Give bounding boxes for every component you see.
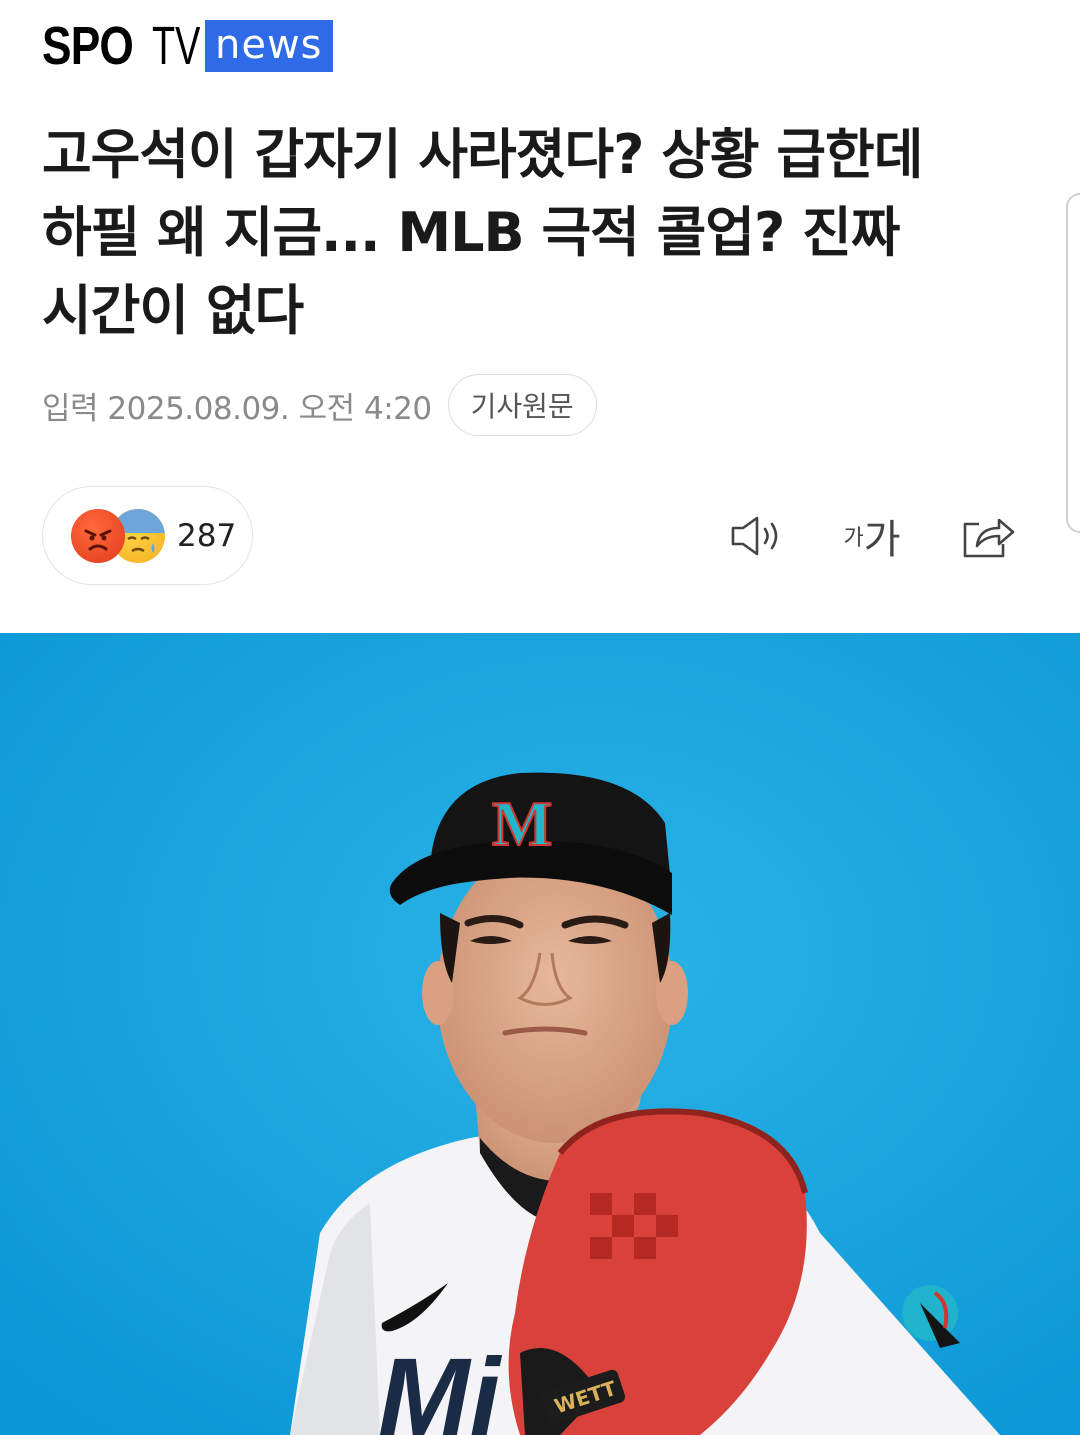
font-size-small-label: 가 [843, 526, 864, 551]
article-meta: 입력 2025.08.09. 오전 4:20 기사원문 [42, 374, 597, 436]
angry-emoji-icon [71, 508, 125, 563]
publish-date: 입력 2025.08.09. 오전 4:20 [42, 390, 432, 427]
jersey-lettering: Mi [378, 1336, 503, 1435]
font-size-button[interactable]: 가가 [836, 508, 908, 564]
article-title: 고우석이 갑자기 사라졌다? 상황 급한데 하필 왜 지금... MLB 극적 … [42, 123, 923, 342]
share-icon [963, 518, 1015, 558]
logo-tv: TV [152, 16, 201, 76]
reaction-button[interactable]: 287 [42, 486, 253, 585]
logo-spo: SPO [42, 16, 134, 76]
reaction-count: 287 [177, 517, 237, 554]
original-article-button[interactable]: 기사원문 [447, 374, 597, 436]
listen-button[interactable] [726, 508, 786, 564]
share-button[interactable] [956, 508, 1016, 564]
font-size-large-label: 가 [863, 517, 901, 563]
article-photo: M Mi WETT [0, 633, 1080, 1435]
speaker-icon [731, 516, 778, 556]
side-panel-handle[interactable] [1066, 193, 1080, 533]
cap-logo: M [492, 788, 552, 859]
article-page: SPO TV news 고우석이 갑자기 사라졌다? 상황 급한데 하필 왜 지… [0, 0, 1080, 1435]
spotv-news-logo[interactable]: SPO TV news [42, 16, 333, 76]
logo-news: news [205, 20, 333, 72]
